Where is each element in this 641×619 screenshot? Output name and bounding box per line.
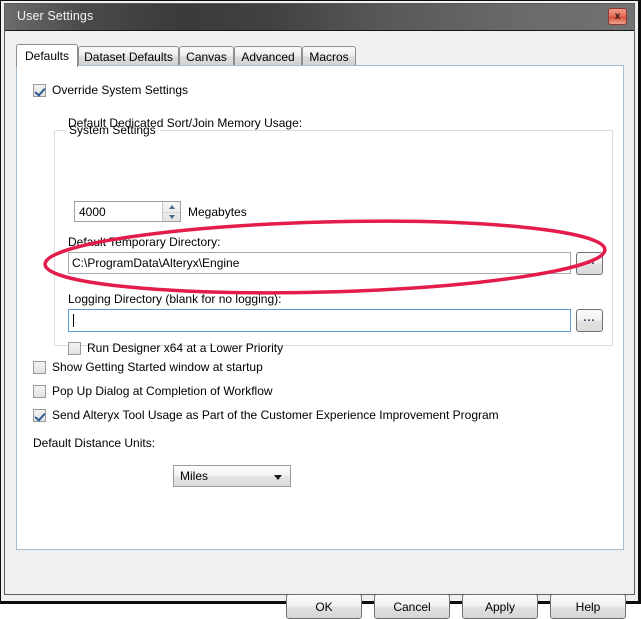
input-memory-usage[interactable]: 4000 — [74, 201, 181, 222]
apply-button[interactable]: Apply — [462, 594, 538, 619]
arrow-up-glyph — [168, 204, 175, 209]
checkbox-lower-priority[interactable]: Run Designer x64 at a Lower Priority — [68, 341, 283, 355]
ellipsis-icon: ... — [583, 311, 596, 324]
label-temp-directory: Default Temporary Directory: — [68, 235, 221, 249]
cancel-button-label: Cancel — [393, 599, 431, 614]
window-title: User Settings — [17, 9, 94, 23]
ok-button-label: OK — [315, 599, 333, 614]
spinner-up-icon[interactable] — [163, 202, 180, 212]
tab-defaults[interactable]: Defaults — [16, 44, 78, 67]
tab-defaults-label: Defaults — [24, 49, 70, 63]
checkbox-popup-dialog-completion-box[interactable] — [33, 384, 46, 398]
dialog-inner-frame: User Settings x Defaults Dataset Default… — [4, 3, 635, 619]
title-bar[interactable]: User Settings x — [5, 4, 634, 31]
browse-temp-directory-button[interactable]: ... — [576, 252, 603, 275]
label-memory-units: Megabytes — [188, 205, 247, 219]
close-glyph: x — [614, 10, 621, 22]
checkbox-override-system-settings-label: Override System Settings — [52, 83, 189, 97]
checkbox-show-getting-started-box[interactable] — [33, 360, 46, 374]
tab-dataset-defaults[interactable]: Dataset Defaults — [78, 46, 179, 66]
tab-macros-label: Macros — [309, 49, 349, 64]
tab-strip: Defaults Dataset Defaults Canvas Advance… — [16, 44, 624, 67]
checkbox-send-tool-usage[interactable]: Send Alteryx Tool Usage as Part of the C… — [33, 408, 499, 422]
checkbox-show-getting-started[interactable]: Show Getting Started window at startup — [33, 360, 263, 374]
checkbox-override-system-settings[interactable]: Override System Settings — [33, 83, 188, 97]
help-button-label: Help — [575, 599, 601, 614]
tab-panel-defaults: Override System Settings System Settings… — [16, 65, 624, 550]
browse-logging-directory-button[interactable]: ... — [576, 309, 603, 332]
apply-button-label: Apply — [484, 599, 516, 614]
input-logging-directory[interactable] — [68, 309, 571, 332]
label-logging-directory: Logging Directory (blank for no logging)… — [68, 292, 282, 306]
tab-macros[interactable]: Macros — [302, 46, 356, 66]
checkbox-lower-priority-label: Run Designer x64 at a Lower Priority — [87, 341, 284, 355]
label-memory-usage: Default Dedicated Sort/Join Memory Usage… — [68, 116, 303, 130]
user-settings-dialog: User Settings x Defaults Dataset Default… — [0, 0, 641, 619]
checkbox-send-tool-usage-label: Send Alteryx Tool Usage as Part of the C… — [52, 408, 499, 422]
label-default-distance-units: Default Distance Units: — [33, 436, 156, 450]
cancel-button[interactable]: Cancel — [374, 594, 450, 619]
ok-button[interactable]: OK — [286, 594, 362, 619]
spinner-down-icon[interactable] — [163, 211, 180, 223]
chevron-down-icon[interactable] — [274, 475, 282, 480]
select-default-distance-units[interactable]: Miles — [173, 465, 291, 487]
spinner-memory-usage[interactable] — [162, 202, 180, 221]
checkbox-popup-dialog-completion-label: Pop Up Dialog at Completion of Workflow — [52, 384, 273, 398]
tab-canvas-label: Canvas — [186, 49, 227, 64]
checkbox-override-system-settings-box[interactable] — [33, 83, 46, 97]
help-button[interactable]: Help — [550, 594, 626, 619]
input-temp-directory[interactable]: C:\ProgramData\Alteryx\Engine — [68, 252, 571, 274]
tab-canvas[interactable]: Canvas — [179, 46, 234, 66]
tab-advanced[interactable]: Advanced — [234, 46, 302, 66]
checkbox-send-tool-usage-box[interactable] — [33, 408, 46, 422]
arrow-down-glyph — [168, 215, 175, 220]
input-temp-directory-value: C:\ProgramData\Alteryx\Engine — [72, 256, 240, 270]
checkbox-popup-dialog-completion[interactable]: Pop Up Dialog at Completion of Workflow — [33, 384, 273, 398]
ellipsis-icon: ... — [583, 254, 596, 267]
tab-dataset-defaults-label: Dataset Defaults — [84, 49, 173, 64]
tab-advanced-label: Advanced — [241, 49, 295, 64]
dialog-client-area: Defaults Dataset Defaults Canvas Advance… — [5, 31, 634, 619]
text-caret — [73, 314, 74, 327]
close-icon[interactable]: x — [608, 8, 627, 25]
checkbox-show-getting-started-label: Show Getting Started window at startup — [52, 360, 263, 374]
select-default-distance-units-value: Miles — [180, 469, 209, 483]
checkbox-lower-priority-box[interactable] — [68, 341, 81, 355]
input-memory-usage-value: 4000 — [79, 205, 106, 219]
